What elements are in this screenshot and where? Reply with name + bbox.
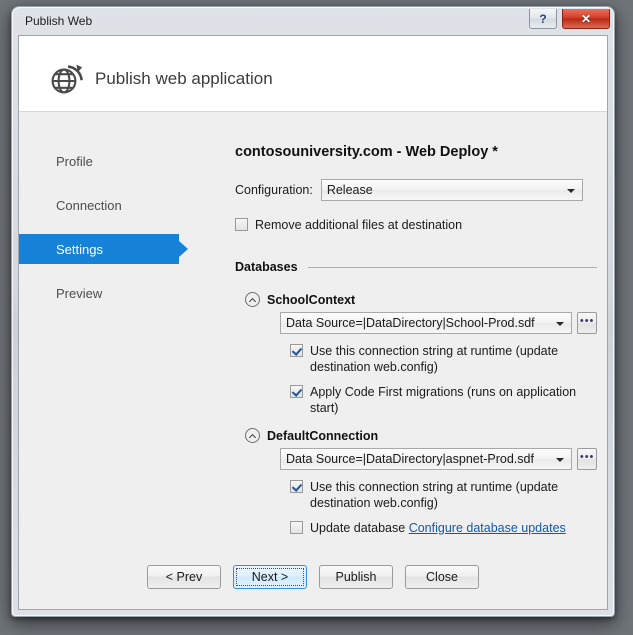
- remove-additional-files-row: Remove additional files at destination: [235, 217, 597, 233]
- dialog-footer: < Prev Next > Publish Close: [19, 565, 607, 589]
- close-button-label: Close: [426, 570, 458, 584]
- chevron-up-icon[interactable]: [245, 292, 260, 307]
- sidebar-item-profile[interactable]: Profile: [19, 146, 201, 176]
- dialog-header: Publish web application: [19, 36, 607, 112]
- databases-section-header: Databases: [235, 260, 597, 274]
- focus-ring: Next >: [236, 568, 304, 586]
- publish-button[interactable]: Publish: [319, 565, 393, 589]
- section-divider: [307, 266, 597, 268]
- update-database-text: Update database: [310, 521, 406, 535]
- database-header[interactable]: SchoolContext: [245, 292, 597, 307]
- chevron-down-icon: [556, 322, 565, 326]
- close-dialog-button[interactable]: Close: [405, 565, 479, 589]
- apply-code-first-migrations-label: Apply Code First migrations (runs on app…: [310, 385, 577, 415]
- databases-label: Databases: [235, 260, 298, 274]
- update-database-checkbox[interactable]: [290, 521, 303, 534]
- publish-button-label: Publish: [335, 570, 377, 584]
- next-button[interactable]: Next >: [233, 565, 307, 589]
- prev-button[interactable]: < Prev: [147, 565, 221, 589]
- sidebar-item-preview[interactable]: Preview: [19, 278, 201, 308]
- use-connection-string-label: Use this connection string at runtime (u…: [310, 344, 559, 374]
- database-options: Use this connection string at runtime (u…: [290, 479, 597, 536]
- use-connection-string-label: Use this connection string at runtime (u…: [310, 480, 559, 510]
- sidebar-item-label: Settings: [56, 241, 103, 257]
- configuration-combobox[interactable]: Release: [320, 179, 583, 201]
- ellipsis-icon: •••: [579, 315, 595, 327]
- configuration-label: Configuration:: [235, 183, 313, 197]
- sidebar-item-connection[interactable]: Connection: [19, 190, 201, 220]
- apply-code-first-migrations-checkbox[interactable]: [290, 385, 303, 398]
- use-connection-string-checkbox[interactable]: [290, 344, 303, 357]
- connection-string-combobox[interactable]: Data Source=|DataDirectory|aspnet-Prod.s…: [280, 448, 573, 470]
- sidebar-item-label: Profile: [56, 153, 93, 169]
- browse-button[interactable]: •••: [577, 448, 597, 470]
- help-button[interactable]: ?: [529, 9, 557, 29]
- title-bar[interactable]: Publish Web ? ✕: [12, 7, 614, 37]
- chevron-down-icon: [556, 458, 565, 462]
- page-title: Publish web application: [95, 69, 273, 88]
- use-connection-string-row: Use this connection string at runtime (u…: [290, 343, 597, 375]
- prev-button-label: < Prev: [165, 570, 203, 584]
- profile-heading: contosouniversity.com - Web Deploy *: [235, 144, 498, 160]
- close-icon: ✕: [580, 11, 592, 26]
- connection-string-value: Data Source=|DataDirectory|aspnet-Prod.s…: [286, 452, 534, 466]
- sidebar-item-label: Preview: [56, 285, 103, 301]
- chevron-down-icon: [566, 189, 575, 193]
- close-button[interactable]: ✕: [562, 9, 610, 29]
- settings-panel: contosouniversity.com - Web Deploy * Con…: [227, 144, 597, 536]
- remove-additional-files-label: Remove additional files at destination: [255, 218, 463, 232]
- sidebar-item-label: Connection: [56, 197, 122, 213]
- chevron-up-icon[interactable]: [245, 428, 260, 443]
- remove-additional-files-checkbox[interactable]: [235, 218, 248, 231]
- connection-string-row: Data Source=|DataDirectory|aspnet-Prod.s…: [280, 448, 597, 470]
- update-database-row: Update database Configure database updat…: [290, 520, 597, 536]
- use-connection-string-checkbox[interactable]: [290, 480, 303, 493]
- next-button-label: Next >: [251, 570, 289, 584]
- connection-string-value: Data Source=|DataDirectory|School-Prod.s…: [286, 316, 535, 330]
- database-name: SchoolContext: [267, 292, 356, 307]
- database-group-schoolcontext: SchoolContext Data Source=|DataDirectory…: [245, 292, 597, 416]
- dialog-client-area: Publish web application Profile Connecti…: [18, 35, 608, 610]
- connection-string-combobox[interactable]: Data Source=|DataDirectory|School-Prod.s…: [280, 312, 573, 334]
- publish-web-dialog: Publish Web ? ✕ Publish web application: [11, 6, 615, 617]
- window-title: Publish Web: [25, 14, 93, 28]
- wizard-sidebar: Profile Connection Settings Preview: [19, 146, 201, 322]
- question-mark-icon: ?: [539, 11, 547, 26]
- apply-code-first-migrations-row: Apply Code First migrations (runs on app…: [290, 384, 597, 416]
- configuration-row: Configuration: Release: [227, 179, 597, 201]
- sidebar-item-settings[interactable]: Settings: [19, 234, 188, 264]
- database-header[interactable]: DefaultConnection: [245, 428, 597, 443]
- browse-button[interactable]: •••: [577, 312, 597, 334]
- database-group-defaultconnection: DefaultConnection Data Source=|DataDirec…: [245, 428, 597, 536]
- database-options: Use this connection string at runtime (u…: [290, 343, 597, 416]
- ellipsis-icon: •••: [579, 451, 595, 463]
- database-name: DefaultConnection: [267, 428, 379, 443]
- globe-publish-icon: [51, 64, 83, 94]
- use-connection-string-row: Use this connection string at runtime (u…: [290, 479, 597, 511]
- update-database-label: Update database Configure database updat…: [310, 520, 566, 536]
- connection-string-row: Data Source=|DataDirectory|School-Prod.s…: [280, 312, 597, 334]
- configure-database-updates-link[interactable]: Configure database updates: [409, 521, 566, 535]
- configuration-value: Release: [326, 183, 373, 197]
